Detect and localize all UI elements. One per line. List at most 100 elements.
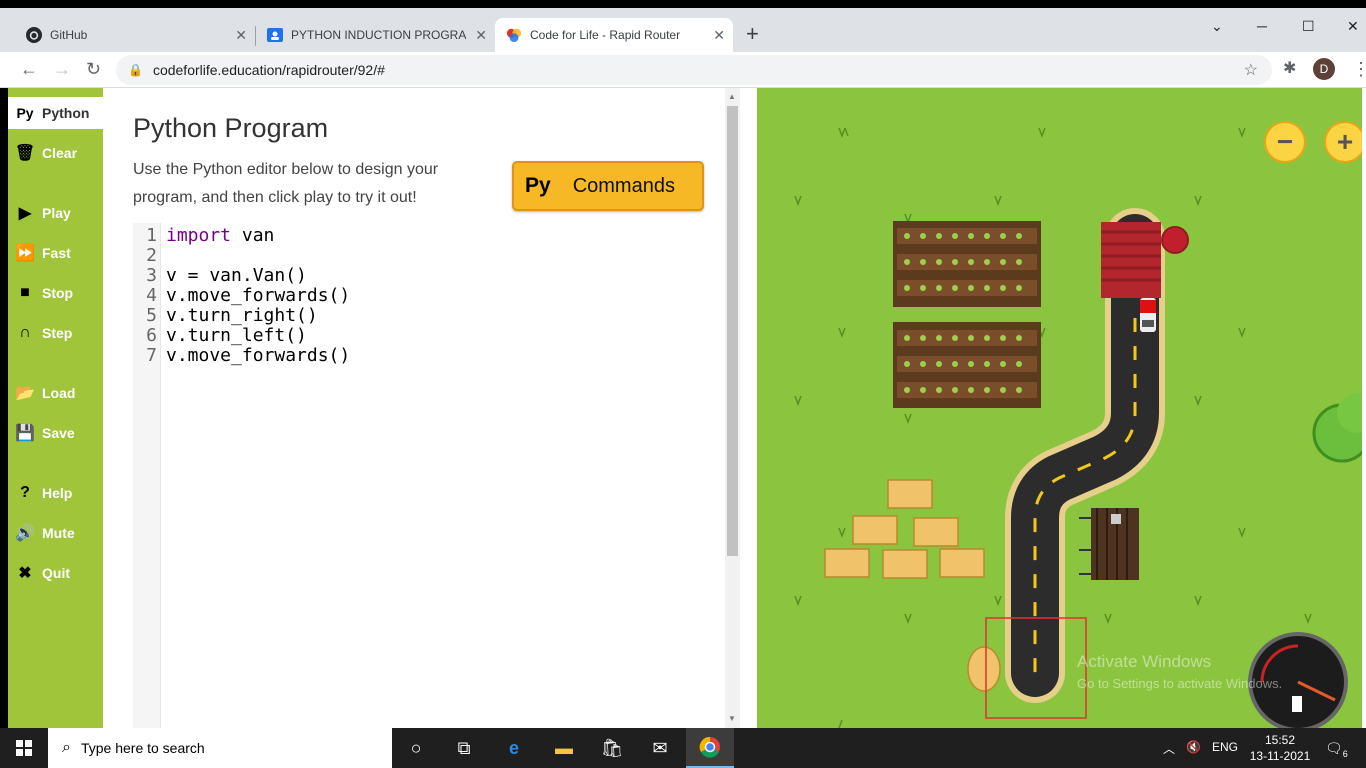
- code-text: v.move_forwards(): [166, 345, 351, 366]
- start-button[interactable]: [0, 728, 48, 768]
- sidebar-item-label: Save: [42, 425, 75, 441]
- trash-icon: 🗑: [14, 145, 36, 162]
- task-view-icon[interactable]: ⧉: [440, 728, 488, 768]
- tree: [1312, 393, 1362, 463]
- sidebar-item-label: Clear: [42, 145, 78, 161]
- step-button[interactable]: ∩ Step: [8, 317, 103, 349]
- scrollbar-thumb[interactable]: [727, 106, 738, 556]
- maximize-button[interactable]: ☐: [1302, 18, 1315, 35]
- volume-muted-icon[interactable]: 🔇: [1186, 740, 1201, 754]
- save-button[interactable]: 💾 Save: [8, 417, 103, 449]
- sidebar-item-label: Quit: [42, 565, 70, 581]
- close-tab-icon[interactable]: ✕: [475, 27, 487, 44]
- search-placeholder: Type here to search: [80, 740, 205, 756]
- code-text: v.move_forwards(): [166, 285, 351, 306]
- clear-button[interactable]: 🗑 Clear: [8, 137, 103, 169]
- code-line[interactable]: v.move_forwards(): [166, 346, 350, 366]
- editor-scrollbar[interactable]: ▲ ▼: [725, 88, 740, 728]
- window-edge: [0, 88, 8, 728]
- code-line[interactable]: v = van.Van(): [166, 266, 307, 286]
- store-icon[interactable]: 🛍: [588, 728, 636, 768]
- quit-button[interactable]: ✖ Quit: [8, 557, 103, 589]
- code-editor[interactable]: 1 2 3 4 5 6 7 import van v = van.Van() v…: [133, 223, 725, 728]
- tab-title: GitHub: [50, 28, 88, 42]
- tab-rapid-router[interactable]: Code for Life - Rapid Router ✕: [495, 18, 733, 52]
- mute-button[interactable]: 🔊 Mute: [8, 517, 103, 549]
- classroom-icon: [267, 27, 283, 43]
- commands-button[interactable]: Py Commands: [512, 161, 704, 211]
- load-button[interactable]: 📂 Load: [8, 377, 103, 409]
- game-sidebar: Py Python 🗑 Clear ▶ Play ⏩ Fast ■ Stop ∩…: [8, 88, 103, 728]
- speaker-icon: 🔊: [15, 525, 35, 542]
- lock-icon: 🔒: [128, 63, 143, 77]
- line-number: 5: [146, 305, 157, 326]
- delivery-van: [1140, 298, 1156, 332]
- file-explorer-icon[interactable]: ▬: [540, 728, 588, 768]
- line-number: 1: [146, 225, 157, 246]
- close-window-button[interactable]: ✕: [1347, 18, 1359, 35]
- chevron-up-icon[interactable]: ︿: [1163, 740, 1175, 757]
- minimize-button[interactable]: ─: [1257, 18, 1267, 34]
- python-button[interactable]: Py Python: [8, 97, 103, 129]
- help-button[interactable]: ? Help: [8, 477, 103, 509]
- extensions-icon[interactable]: ✱: [1283, 58, 1296, 80]
- code-line[interactable]: import van: [166, 226, 274, 246]
- address-bar[interactable]: 🔒 codeforlife.education/rapidrouter/92/#…: [116, 55, 1272, 85]
- cortana-icon[interactable]: ○: [392, 728, 440, 768]
- play-button[interactable]: ▶ Play: [8, 197, 103, 229]
- taskbar-search-box[interactable]: ⌕ Type here to search: [48, 728, 392, 768]
- tab-python-induction[interactable]: PYTHON INDUCTION PROGRAM ✕: [257, 18, 495, 52]
- watermark-title: Activate Windows: [1077, 652, 1212, 671]
- codeforlife-icon: [506, 27, 522, 43]
- code-line[interactable]: v.turn_right(): [166, 306, 318, 326]
- edge-browser-icon[interactable]: e: [490, 728, 538, 768]
- forward-arrow-icon[interactable]: →: [53, 58, 71, 80]
- mail-icon[interactable]: ✉: [636, 728, 684, 768]
- sidebar-item-label: Fast: [42, 245, 71, 261]
- fast-button[interactable]: ⏩ Fast: [8, 237, 103, 269]
- fast-forward-icon: ⏩: [15, 245, 35, 262]
- line-number: 2: [146, 245, 157, 266]
- browser-toolbar: ← → ↻ 🔒 codeforlife.education/rapidroute…: [0, 52, 1366, 88]
- close-tab-icon[interactable]: ✕: [713, 27, 725, 44]
- close-x-icon: ✖: [18, 565, 32, 582]
- sidebar-item-label: Help: [42, 485, 73, 501]
- keyword: import: [166, 225, 232, 246]
- code-text: van: [231, 225, 275, 246]
- stop-button[interactable]: ■ Stop: [8, 277, 103, 309]
- hay-bales: [824, 479, 1001, 692]
- windows-logo-icon: [16, 740, 32, 756]
- system-clock[interactable]: 15:52 13-11-2021: [1245, 732, 1315, 764]
- back-arrow-icon[interactable]: ←: [20, 58, 38, 80]
- menu-kebab-icon[interactable]: ⋮: [1352, 58, 1366, 80]
- line-number-gutter: 1 2 3 4 5 6 7: [133, 223, 161, 728]
- clock-time: 15:52: [1264, 733, 1296, 747]
- reload-icon[interactable]: ↻: [86, 58, 101, 80]
- new-tab-button[interactable]: +: [746, 23, 759, 45]
- code-line[interactable]: v.turn_left(): [166, 326, 307, 346]
- python-badge: Py: [525, 174, 551, 197]
- windows-taskbar: ⌕ Type here to search ○ ⧉ e ▬ 🛍 ✉ ︿ 🔇 EN…: [0, 728, 1366, 768]
- tab-github[interactable]: GitHub ✕: [0, 18, 255, 52]
- profile-avatar[interactable]: D: [1313, 58, 1335, 80]
- zoom-out-button[interactable]: −: [1264, 121, 1306, 163]
- tab-search-icon[interactable]: ⌄: [1211, 18, 1223, 35]
- code-text: v.turn_left(): [166, 325, 307, 346]
- language-indicator[interactable]: ENG: [1212, 740, 1238, 754]
- play-icon: ▶: [18, 205, 32, 222]
- sidebar-item-label: Play: [42, 205, 71, 221]
- zoom-in-button[interactable]: +: [1324, 121, 1362, 163]
- code-line[interactable]: v.move_forwards(): [166, 286, 350, 306]
- line-number: 4: [146, 285, 157, 306]
- game-map[interactable]: − + Activate Windows Go to Settings to a…: [757, 88, 1362, 728]
- clock-date: 13-11-2021: [1249, 749, 1311, 763]
- close-tab-icon[interactable]: ✕: [235, 27, 247, 44]
- commands-label: Commands: [572, 174, 675, 197]
- chrome-icon[interactable]: [686, 728, 734, 768]
- browser-tab-bar: GitHub ✕ PYTHON INDUCTION PROGRAM ✕ Code…: [0, 0, 1366, 52]
- sidebar-item-label: Python: [42, 105, 90, 121]
- code-text: v.turn_right(): [166, 305, 318, 326]
- notifications-icon[interactable]: 🗨6: [1325, 740, 1348, 759]
- bookmark-star-icon[interactable]: ☆: [1244, 60, 1258, 80]
- red-house: [1101, 222, 1189, 298]
